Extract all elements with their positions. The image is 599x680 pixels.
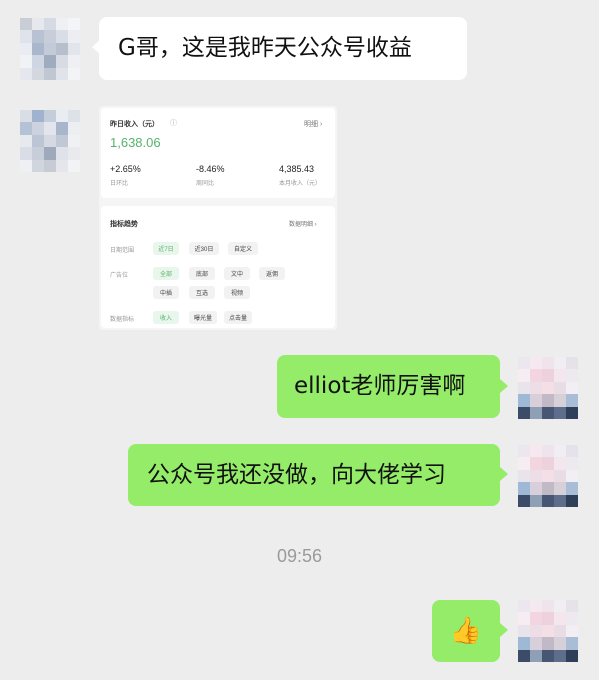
ad-label: 广告位 <box>110 273 129 279</box>
stat-value: 4,385.43 <box>279 164 315 174</box>
message-text: G哥，这是我昨天公众号收益 <box>118 35 412 61</box>
ad-option: 互选 <box>189 286 215 299</box>
message-text: 公众号我还没做，向大佬学习 <box>147 461 446 488</box>
avatar[interactable] <box>518 357 578 419</box>
avatar[interactable] <box>518 445 578 507</box>
income-value: 1,638.06 <box>110 135 161 150</box>
chat-message[interactable]: G哥，这是我昨天公众号收益 <box>99 17 467 80</box>
date-option: 自定义 <box>228 242 258 255</box>
date-option: 近30日 <box>189 242 219 255</box>
avatar[interactable] <box>518 600 578 662</box>
avatar[interactable] <box>20 18 80 80</box>
bubble-tail <box>500 467 508 481</box>
metric-label: 数据指标 <box>110 317 135 323</box>
timestamp: 09:56 <box>276 546 323 566</box>
date-option: 近7日 <box>153 242 179 255</box>
trend-link: 数据明细 › <box>289 222 317 228</box>
shared-screenshot-image[interactable]: 昨日收入（元） ⓘ 明细 › 1,638.06 +2.65% 日环比 -8.46… <box>99 106 337 330</box>
ad-option: 返佣 <box>259 267 285 280</box>
stat-value: +2.65% <box>110 164 141 174</box>
thumbs-up-icon: 👍 <box>449 616 483 646</box>
ad-option: 中插 <box>153 286 179 299</box>
date-label: 日期范围 <box>110 248 135 254</box>
stat-label: 本月收入（元） <box>279 181 322 187</box>
metric-option: 收入 <box>153 311 179 324</box>
ad-option: 文中 <box>224 267 250 280</box>
stat-label: 日环比 <box>110 181 129 187</box>
trend-title: 指标趋势 <box>110 221 138 228</box>
stat-value: -8.46% <box>196 164 225 174</box>
avatar[interactable] <box>20 110 80 172</box>
income-card: 昨日收入（元） ⓘ 明细 › 1,638.06 +2.65% 日环比 -8.46… <box>101 108 335 198</box>
ad-option: 视频 <box>224 286 250 299</box>
trend-card: 指标趋势 数据明细 › 日期范围 近7日 近30日 自定义 广告位 全部 底部 … <box>101 206 335 328</box>
bubble-tail <box>500 623 508 637</box>
metric-option: 曝光量 <box>189 311 217 324</box>
chat-message[interactable]: elliot老师厉害啊 <box>277 355 500 418</box>
detail-link: 明细 › <box>304 121 323 128</box>
metric-option: 点击量 <box>224 311 252 324</box>
chat-message[interactable]: 公众号我还没做，向大佬学习 <box>128 444 500 506</box>
chat-message[interactable]: 👍 <box>432 600 500 662</box>
info-icon: ⓘ <box>170 120 177 127</box>
message-text: elliot老师厉害啊 <box>294 373 466 399</box>
ad-option: 底部 <box>189 267 215 280</box>
stat-label: 周同比 <box>196 181 215 187</box>
bubble-tail <box>500 379 508 393</box>
ad-option: 全部 <box>153 267 179 280</box>
income-title: 昨日收入（元） <box>110 121 159 128</box>
